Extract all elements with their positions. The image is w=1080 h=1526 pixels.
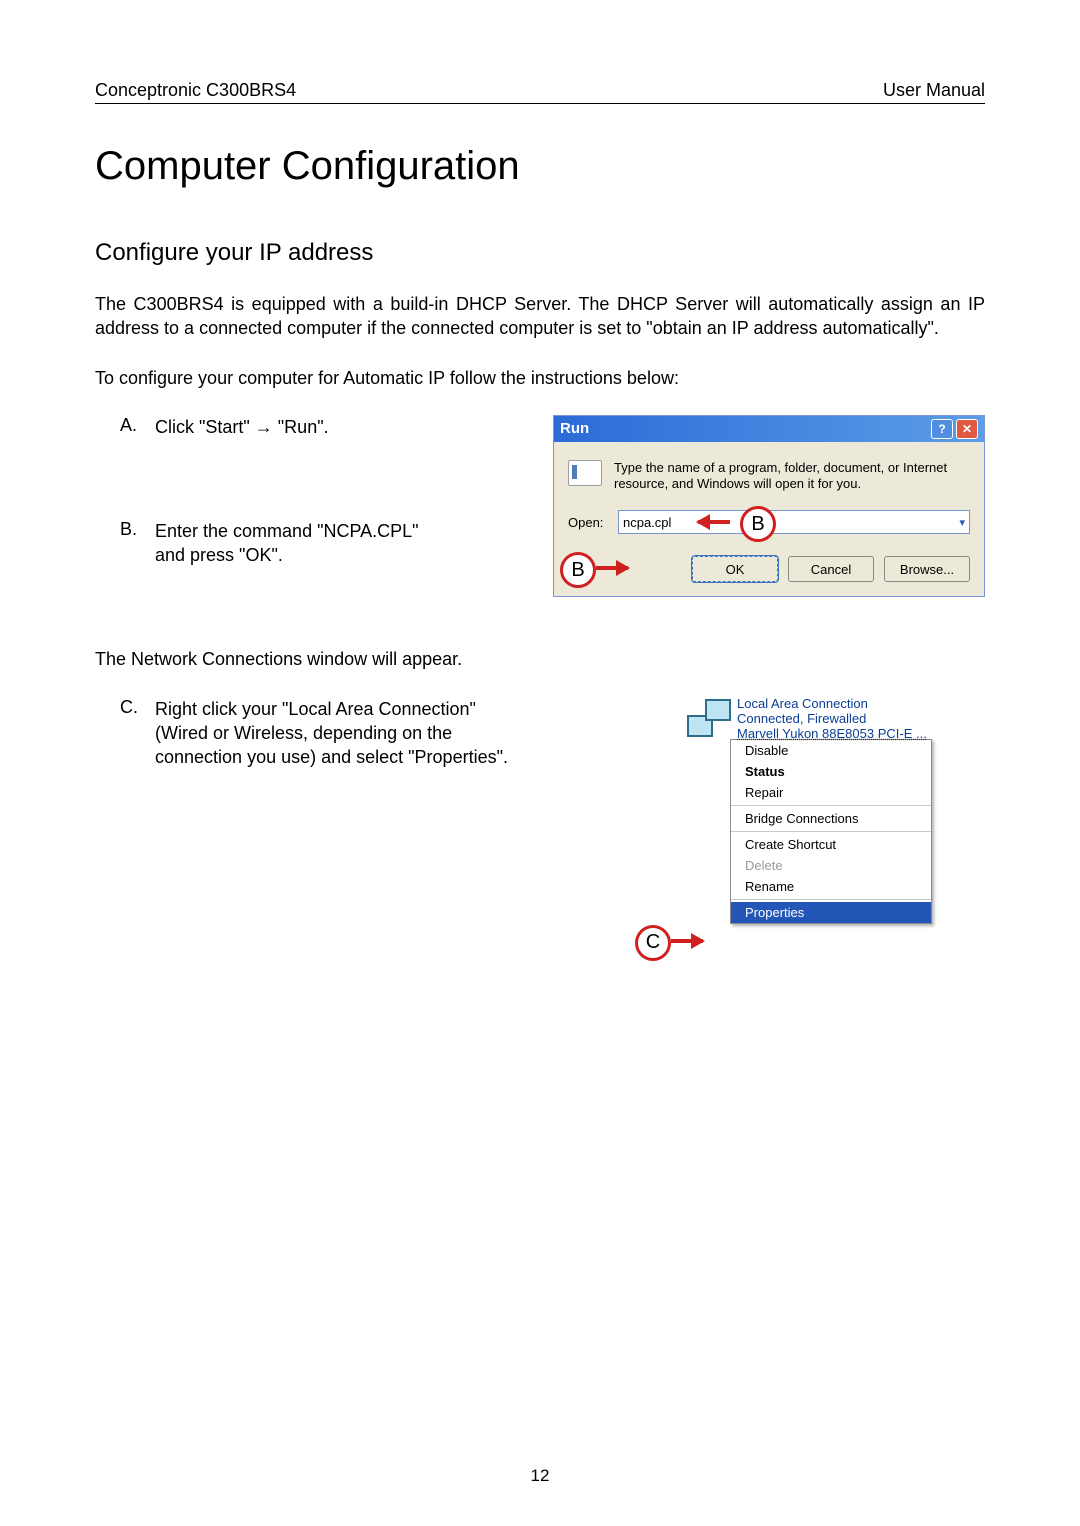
- header-left: Conceptronic C300BRS4: [95, 80, 296, 101]
- run-dialog: Run ? ✕ Type the name of a program, fold…: [553, 415, 985, 598]
- close-button[interactable]: ✕: [956, 419, 978, 439]
- step-c-text: Right click your "Local Area Connection"…: [155, 697, 515, 770]
- cancel-button[interactable]: Cancel: [788, 556, 874, 582]
- context-menu: Disable Status Repair Bridge Connections…: [730, 739, 932, 924]
- menu-repair[interactable]: Repair: [731, 782, 931, 803]
- browse-button[interactable]: Browse...: [884, 556, 970, 582]
- titlebar-buttons: ? ✕: [931, 419, 978, 439]
- network-icon: [687, 697, 729, 739]
- step-a-text: Click "Start" → "Run".: [155, 415, 329, 439]
- callout-arrow-b1: [698, 520, 730, 524]
- ok-button[interactable]: OK: [692, 556, 778, 582]
- page-header: Conceptronic C300BRS4 User Manual: [95, 80, 985, 104]
- callout-arrow-b2: [596, 566, 628, 570]
- menu-properties[interactable]: Properties: [731, 902, 931, 923]
- run-dialog-titlebar: Run ? ✕: [554, 416, 984, 442]
- step-c-row: C. Right click your "Local Area Connecti…: [95, 697, 985, 924]
- lan-status: Connected, Firewalled: [737, 712, 927, 727]
- step-c-letter: C.: [95, 697, 155, 718]
- callout-b-input: B: [740, 506, 776, 542]
- lan-item[interactable]: Local Area Connection Connected, Firewal…: [687, 697, 985, 742]
- section-subtitle: Configure your IP address: [95, 239, 985, 267]
- header-right: User Manual: [883, 80, 985, 101]
- help-button[interactable]: ?: [931, 419, 953, 439]
- run-dialog-title: Run: [560, 420, 589, 437]
- open-input[interactable]: ncpa.cpl ▾: [618, 510, 970, 534]
- intro-paragraph-1: The C300BRS4 is equipped with a build-in…: [95, 292, 985, 341]
- callout-b-ok: B: [560, 552, 596, 588]
- step-b-letter: B.: [95, 519, 155, 540]
- callout-arrow-c: [671, 939, 703, 943]
- after-b-text: The Network Connections window will appe…: [95, 647, 985, 671]
- menu-delete: Delete: [731, 855, 931, 876]
- page-number: 12: [0, 1466, 1080, 1486]
- open-label: Open:: [568, 515, 608, 530]
- menu-shortcut[interactable]: Create Shortcut: [731, 834, 931, 855]
- menu-separator: [731, 805, 931, 806]
- dropdown-icon[interactable]: ▾: [959, 516, 965, 529]
- intro-paragraph-2: To configure your computer for Automatic…: [95, 366, 985, 390]
- menu-disable[interactable]: Disable: [731, 740, 931, 761]
- step-a-row: A. Click "Start" → "Run". B. Enter the c…: [95, 415, 985, 598]
- run-message: Type the name of a program, folder, docu…: [614, 460, 970, 493]
- lan-title: Local Area Connection: [737, 697, 927, 712]
- step-b-text: Enter the command "NCPA.CPL" and press "…: [155, 519, 435, 568]
- page: Conceptronic C300BRS4 User Manual Comput…: [0, 0, 1080, 1526]
- callout-c: C: [635, 925, 671, 961]
- menu-separator: [731, 899, 931, 900]
- open-input-value: ncpa.cpl: [623, 515, 671, 530]
- network-connection-figure: Local Area Connection Connected, Firewal…: [625, 697, 985, 924]
- menu-status[interactable]: Status: [731, 761, 931, 782]
- run-icon: [568, 460, 602, 486]
- menu-separator: [731, 831, 931, 832]
- step-a-letter: A.: [95, 415, 155, 436]
- page-title: Computer Configuration: [95, 144, 985, 189]
- lan-device: Marvell Yukon 88E8053 PCI-E ...: [737, 727, 927, 742]
- menu-bridge[interactable]: Bridge Connections: [731, 808, 931, 829]
- menu-rename[interactable]: Rename: [731, 876, 931, 897]
